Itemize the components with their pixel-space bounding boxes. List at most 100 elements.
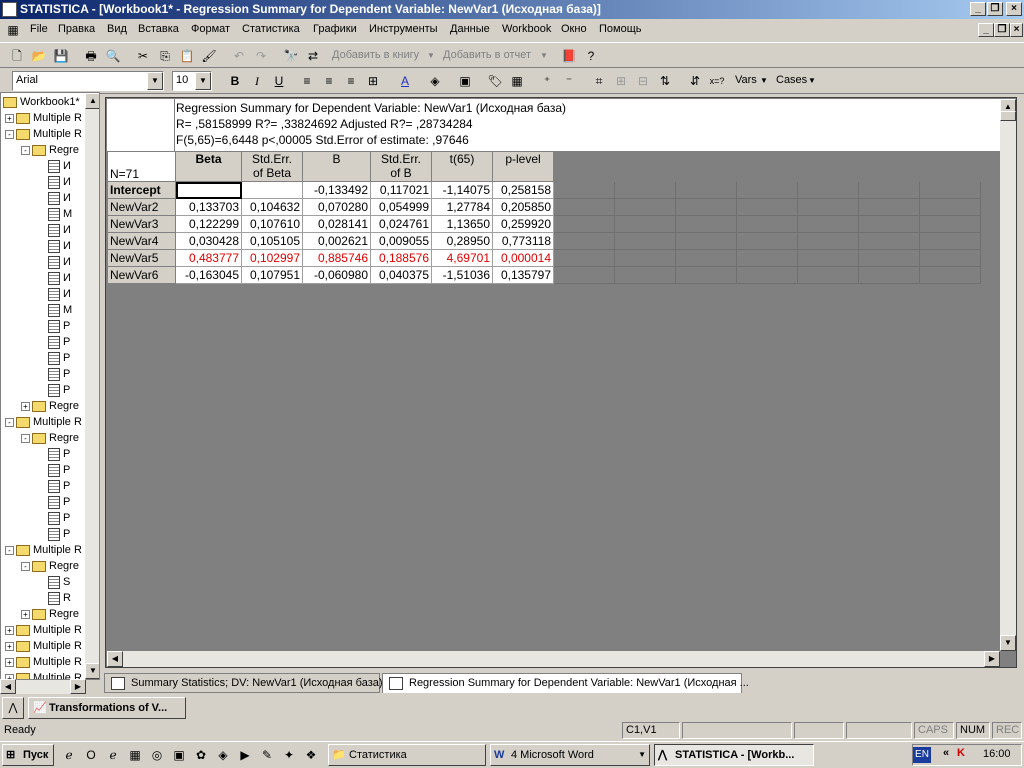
expand-icon[interactable]: + [21,401,30,411]
menu-edit[interactable]: Правка [58,23,95,35]
document-icon[interactable]: ▦ [4,21,22,39]
table-cell[interactable]: 0,259920 [492,215,554,233]
grid-icon[interactable]: ▦ [508,72,526,90]
tree-node[interactable]: P [37,478,70,494]
table-cell[interactable]: 0,070280 [302,198,371,216]
vars-menu-button[interactable]: Vars [735,74,757,86]
table-cell[interactable] [241,181,303,199]
menu-help[interactable]: Помощь [599,23,642,35]
table-cell[interactable]: 4,69701 [431,249,493,267]
tree-node[interactable]: - Multiple R [5,542,82,558]
expand-icon[interactable]: + [5,641,14,651]
table-cell[interactable]: 0,135797 [492,266,554,284]
tree-node[interactable]: P [37,318,70,334]
tree-node[interactable]: И [37,238,71,254]
table-cell[interactable]: 0,054999 [370,198,432,216]
tree-node[interactable]: И [37,270,71,286]
table-cell[interactable]: 0,002621 [302,232,371,250]
tree-node[interactable]: P [37,382,70,398]
undo-icon[interactable]: ↶ [230,47,248,65]
tree-node[interactable]: P [37,334,70,350]
tree-node[interactable]: И [37,222,71,238]
column-header[interactable]: B [302,151,371,182]
collapse-icon[interactable]: - [21,433,30,443]
new-icon[interactable]: 🗋 [8,47,26,65]
app-icon[interactable]: ◎ [148,746,166,764]
column-header[interactable]: p-level [492,151,554,182]
tree-node[interactable]: М [37,206,72,222]
font-size-select[interactable]: 10 ▼ [172,71,212,91]
scroll-up-icon[interactable]: ▲ [85,93,99,109]
align-right-icon[interactable]: ≡ [342,72,360,90]
table-cell[interactable]: 0,105105 [241,232,303,250]
tree-node[interactable]: + Multiple R [5,110,82,126]
calendar-icon[interactable]: ▦ [126,746,144,764]
row-header[interactable]: NewVar6 [107,266,176,284]
collapse-icon[interactable]: - [5,417,14,427]
scroll-left-icon[interactable]: ◀ [107,651,123,667]
copy-icon[interactable]: ⎘ [156,47,174,65]
row-header[interactable]: Intercept [107,181,176,199]
book-icon[interactable]: 📕 [560,47,578,65]
tree-node[interactable]: - Regre [21,558,79,574]
bold-icon[interactable]: B [226,72,244,90]
doc-restore-button[interactable]: ❐ [994,23,1010,37]
align-center-icon[interactable]: ≡ [320,72,338,90]
app-icon[interactable]: ▣ [170,746,188,764]
tree-node[interactable]: P [37,526,70,542]
expand-icon[interactable]: + [21,609,30,619]
chevron-down-icon[interactable]: ▼ [147,72,163,90]
vars-dropdown-icon[interactable]: ▼ [760,76,768,85]
taskbar-statistika[interactable]: 📁 Статистика [328,744,486,766]
table-cell[interactable]: 0,117021 [370,181,432,199]
tree-node[interactable]: S [37,574,70,590]
table-cell[interactable]: -1,14075 [431,181,493,199]
tag-icon[interactable]: 🏷 [486,72,504,90]
find-icon[interactable]: 🔭 [282,47,300,65]
formula-icon[interactable]: x=? [708,72,726,90]
context-help-icon[interactable]: ? [582,47,600,65]
sheet-horizontal-scrollbar[interactable]: ◀ ▶ [107,651,1000,667]
opera-icon[interactable]: O [82,746,100,764]
column-header[interactable]: Std.Err. of Beta [241,151,303,182]
taskbar-statistica[interactable]: ⋀ STATISTICA - [Workb... [654,744,814,766]
tree-node[interactable]: P [37,350,70,366]
menu-workbook[interactable]: Workbook [502,23,551,35]
table-cell[interactable]: 0,205850 [492,198,554,216]
tree-node[interactable]: - Regre [21,142,79,158]
column-header[interactable]: Beta [175,151,242,182]
save-icon[interactable]: 💾 [52,47,70,65]
row-header[interactable]: NewVar4 [107,232,176,250]
table-cell[interactable]: 0,000014 [492,249,554,267]
menu-view[interactable]: Вид [107,23,127,35]
statistica-window-icon[interactable]: ⋀ [2,697,24,719]
scroll-thumb[interactable] [1000,111,1016,121]
tab-summary-statistics[interactable]: Summary Statistics; DV: NewVar1 (Исходна… [104,673,383,693]
tree-node[interactable]: - Regre [21,430,79,446]
delete-columns-icon[interactable]: ⊟ [634,72,652,90]
table-cell[interactable]: 0,102997 [241,249,303,267]
scroll-down-icon[interactable]: ▼ [85,663,99,679]
add-to-workbook-button[interactable]: Добавить в книгу [332,49,419,61]
media-player-icon[interactable]: ▶ [236,746,254,764]
start-button[interactable]: ⊞ Пуск [2,744,54,766]
collapse-icon[interactable]: - [5,545,14,555]
tree-root[interactable]: Workbook1* [3,94,80,110]
cut-icon[interactable]: ✂ [134,47,152,65]
menu-insert[interactable]: Вставка [138,23,179,35]
tree-node[interactable]: И [37,190,71,206]
antivirus-icon[interactable]: K [957,747,965,759]
tree-node[interactable]: М [37,302,72,318]
tree-node[interactable]: P [37,494,70,510]
language-indicator[interactable]: EN [913,747,931,763]
tree-node[interactable]: - Multiple R [5,126,82,142]
app-icon[interactable]: ✦ [280,746,298,764]
format-painter-icon[interactable]: 🖌 [200,47,218,65]
table-cell[interactable]: 0,258158 [492,181,554,199]
tree-node[interactable]: + Regre [21,398,79,414]
table-cell[interactable]: 0,107951 [241,266,303,284]
table-cell[interactable] [175,181,242,199]
tree-node[interactable]: + Multiple R [5,622,82,638]
redo-icon[interactable]: ↷ [252,47,270,65]
collapse-icon[interactable]: - [21,145,30,155]
